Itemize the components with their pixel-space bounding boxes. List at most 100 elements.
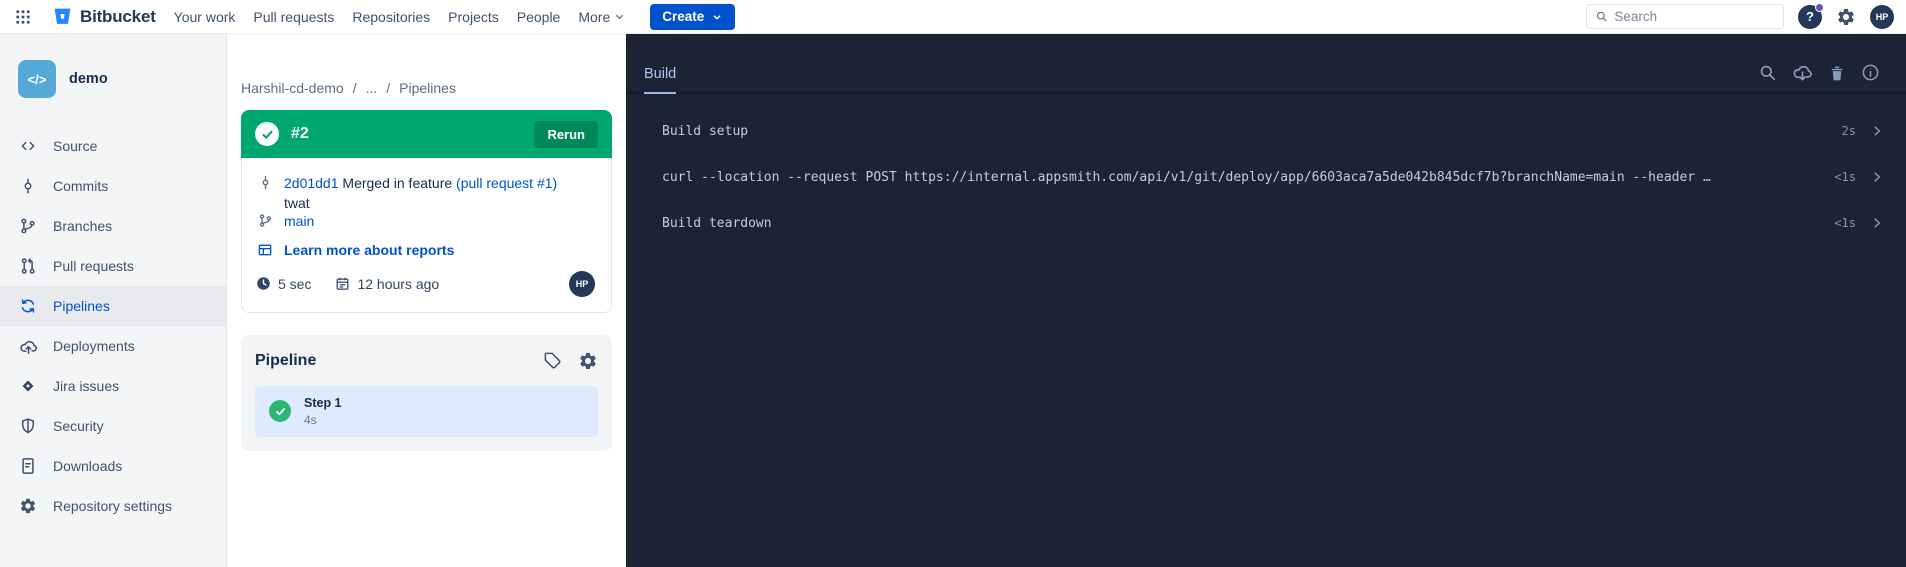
breadcrumb: Harshil-cd-demo / ... / Pipelines bbox=[241, 80, 612, 96]
settings-gear-icon[interactable] bbox=[1836, 7, 1856, 27]
tab-build[interactable]: Build bbox=[644, 66, 676, 94]
commit-hash-link[interactable]: 2d01dd1 bbox=[284, 175, 339, 191]
pipeline-step-row[interactable]: Step 1 4s bbox=[255, 386, 598, 437]
sidebar-item-downloads[interactable]: Downloads bbox=[0, 446, 226, 486]
chevron-right-icon bbox=[1870, 170, 1884, 184]
log-search-icon[interactable] bbox=[1758, 63, 1777, 82]
bitbucket-bucket-icon bbox=[52, 6, 73, 27]
label-tag-icon[interactable] bbox=[543, 351, 562, 370]
sidebar-item-label: Deployments bbox=[53, 338, 135, 354]
notification-dot bbox=[1815, 3, 1824, 12]
trash-icon[interactable] bbox=[1828, 64, 1846, 82]
pipeline-settings-gear-icon[interactable] bbox=[578, 351, 598, 371]
sidebar-item-repository-settings[interactable]: Repository settings bbox=[0, 486, 226, 526]
breadcrumb-separator: / bbox=[353, 80, 357, 96]
sidebar-item-commits[interactable]: Commits bbox=[0, 166, 226, 206]
sidebar-item-label: Security bbox=[53, 418, 104, 434]
global-search[interactable] bbox=[1586, 4, 1784, 29]
shield-icon bbox=[18, 416, 38, 436]
nav-projects[interactable]: Projects bbox=[448, 9, 499, 25]
log-row-duration: 2s bbox=[1842, 124, 1856, 138]
sidebar-item-pipelines[interactable]: Pipelines bbox=[0, 286, 226, 326]
log-row-duration: <1s bbox=[1834, 216, 1856, 230]
clock-icon bbox=[256, 276, 271, 291]
log-row-build-setup[interactable]: Build setup 2s bbox=[662, 108, 1884, 154]
learn-more-reports-link[interactable]: Learn more about reports bbox=[284, 240, 454, 260]
branch-icon bbox=[256, 211, 274, 228]
branch-icon bbox=[18, 216, 38, 236]
sidebar-item-label: Branches bbox=[53, 218, 112, 234]
breadcrumb-ellipsis[interactable]: ... bbox=[366, 80, 378, 96]
sidebar-item-deployments[interactable]: Deployments bbox=[0, 326, 226, 366]
log-row-curl-command[interactable]: curl --location --request POST https://i… bbox=[662, 154, 1884, 200]
sidebar-item-label: Downloads bbox=[53, 458, 122, 474]
commit-description: twat bbox=[284, 195, 595, 211]
chevron-right-icon bbox=[1870, 216, 1884, 230]
reports-icon bbox=[256, 240, 274, 258]
build-log-panel: Build Build setup 2s bbox=[626, 34, 1906, 567]
top-navbar: Bitbucket Your work Pull requests Reposi… bbox=[0, 0, 1906, 34]
rerun-button[interactable]: Rerun bbox=[534, 121, 598, 148]
nav-people[interactable]: People bbox=[517, 9, 561, 25]
sidebar-item-label: Pull requests bbox=[53, 258, 134, 274]
breadcrumb-page[interactable]: Pipelines bbox=[399, 80, 456, 96]
sidebar-item-label: Pipelines bbox=[53, 298, 110, 314]
download-logs-cloud-icon[interactable] bbox=[1792, 62, 1813, 83]
pipelines-icon bbox=[18, 296, 38, 316]
commit-icon bbox=[256, 173, 274, 190]
sidebar-item-pull-requests[interactable]: Pull requests bbox=[0, 246, 226, 286]
pull-request-link[interactable]: (pull request #1) bbox=[456, 175, 557, 191]
log-row-label: curl --location --request POST https://i… bbox=[662, 170, 1816, 185]
sidebar-item-branches[interactable]: Branches bbox=[0, 206, 226, 246]
log-row-label: Build teardown bbox=[662, 216, 1816, 231]
calendar-icon bbox=[335, 276, 350, 291]
build-duration: 5 sec bbox=[278, 276, 311, 292]
chevron-down-icon bbox=[711, 11, 723, 23]
pull-request-icon bbox=[18, 256, 38, 276]
sidebar-item-label: Repository settings bbox=[53, 498, 172, 514]
repo-sidebar: </> demo Source Commits Branches Pull bbox=[0, 34, 227, 567]
sidebar-item-label: Source bbox=[53, 138, 97, 154]
question-mark-icon: ? bbox=[1806, 9, 1814, 24]
breadcrumb-repo[interactable]: Harshil-cd-demo bbox=[241, 80, 344, 96]
committer-avatar[interactable]: HP bbox=[569, 271, 595, 297]
sidebar-item-security[interactable]: Security bbox=[0, 406, 226, 446]
breadcrumb-separator: / bbox=[386, 80, 390, 96]
document-icon bbox=[18, 456, 38, 476]
log-row-label: Build setup bbox=[662, 124, 1824, 139]
nav-more-label: More bbox=[578, 9, 610, 25]
pipeline-card: Pipeline Step 1 4s bbox=[241, 335, 612, 451]
chevron-down-icon bbox=[613, 10, 626, 23]
build-status-banner: #2 Rerun bbox=[241, 110, 612, 158]
nav-more-menu[interactable]: More bbox=[578, 9, 626, 25]
sidebar-item-jira-issues[interactable]: Jira issues bbox=[0, 366, 226, 406]
repo-avatar[interactable]: </> bbox=[18, 60, 56, 98]
info-icon[interactable] bbox=[1861, 63, 1880, 82]
bitbucket-logo[interactable]: Bitbucket bbox=[52, 6, 156, 27]
search-input[interactable] bbox=[1614, 9, 1775, 24]
create-button[interactable]: Create bbox=[650, 4, 735, 30]
step-success-check-icon bbox=[269, 400, 291, 422]
success-check-icon bbox=[255, 122, 279, 146]
log-row-duration: <1s bbox=[1834, 170, 1856, 184]
pipeline-summary-panel: Harshil-cd-demo / ... / Pipelines #2 Rer… bbox=[227, 34, 626, 567]
chevron-right-icon bbox=[1870, 124, 1884, 138]
bitbucket-wordmark: Bitbucket bbox=[80, 7, 156, 27]
app-switcher-grid-icon[interactable] bbox=[12, 6, 34, 28]
step-duration: 4s bbox=[304, 413, 342, 427]
log-row-build-teardown[interactable]: Build teardown <1s bbox=[662, 200, 1884, 246]
nav-your-work[interactable]: Your work bbox=[174, 9, 236, 25]
step-name: Step 1 bbox=[304, 396, 342, 410]
create-label: Create bbox=[662, 9, 704, 24]
help-button[interactable]: ? bbox=[1798, 5, 1822, 29]
jira-icon bbox=[18, 376, 38, 396]
user-avatar[interactable]: HP bbox=[1870, 5, 1894, 29]
nav-pull-requests[interactable]: Pull requests bbox=[253, 9, 334, 25]
sidebar-item-source[interactable]: Source bbox=[0, 126, 226, 166]
commit-message: 2d01dd1 Merged in feature (pull request … bbox=[284, 173, 557, 193]
search-icon bbox=[1595, 9, 1608, 24]
build-number: #2 bbox=[291, 125, 309, 143]
branch-link[interactable]: main bbox=[284, 211, 314, 231]
pipeline-card-title: Pipeline bbox=[255, 352, 316, 370]
nav-repositories[interactable]: Repositories bbox=[352, 9, 430, 25]
